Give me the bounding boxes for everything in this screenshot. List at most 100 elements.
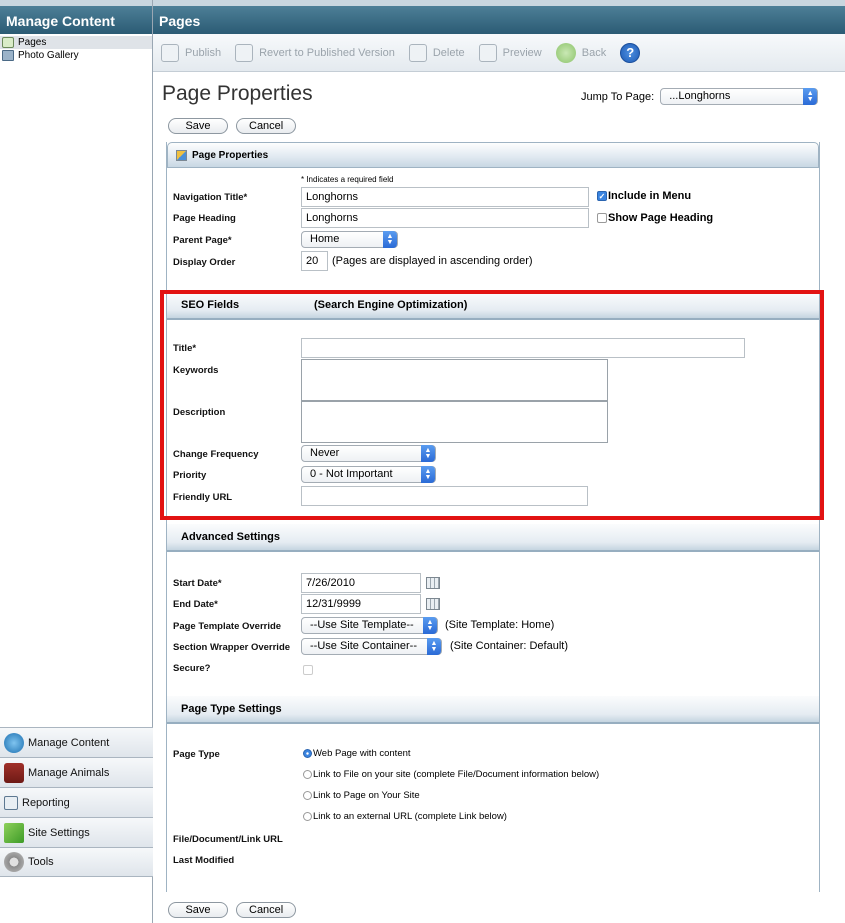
page-heading-input[interactable]: Longhorns [301,208,589,228]
page-title: Page Properties [162,82,313,105]
display-order-input[interactable]: 20 [301,251,328,271]
secure-label: Secure? [173,663,211,674]
radio-icon [303,790,312,800]
nav-site-settings[interactable]: Site Settings [0,817,153,847]
properties-icon [176,149,187,161]
jump-value: ...Longhorns [669,90,731,102]
panel-title: Page Properties [192,149,269,161]
jump-to-page-select[interactable]: ...Longhorns ▲ ▼ [660,88,819,105]
nav-label: Tools [28,856,54,868]
radio-link-page[interactable]: Link to Page on Your Site [303,790,420,801]
gear-icon [4,852,24,872]
sidebar: Manage Content Pages Photo Gallery Manag… [0,0,153,923]
radio-external-url[interactable]: Link to an external URL (complete Link b… [303,811,507,822]
page-icon [2,37,14,48]
save-button[interactable]: Save [168,118,228,134]
radio-link-file[interactable]: Link to File on your site (complete File… [303,769,599,780]
wrapper-note: (Site Container: Default) [450,640,568,652]
advanced-title: Advanced Settings [181,531,281,543]
select-arrows-icon: ▲ ▼ [423,617,437,634]
secure-checkbox[interactable] [303,665,313,675]
start-date-label: Start Date* [173,578,222,589]
bottom-nav: Manage Content Manage Animals Reporting … [0,727,153,877]
content-tree: Pages Photo Gallery [0,34,152,62]
cancel-button[interactable]: Cancel [236,118,296,134]
nav-tools[interactable]: Tools [0,847,153,877]
select-arrows-icon: ▲ ▼ [383,231,397,248]
wrapper-override-select[interactable]: --Use Site Container-- ▲ ▼ [301,638,442,655]
required-note: * Indicates a required field [301,175,394,184]
checkbox-icon [597,213,607,224]
save-button[interactable]: Save [168,902,228,918]
nav-label: Site Settings [28,826,90,839]
revert-button[interactable]: Revert to Published Version [235,43,395,62]
show-heading-checkbox[interactable]: Show Page Heading [597,212,713,224]
seo-highlight-box [160,290,824,520]
chart-icon [4,795,18,810]
radio-selected-icon [303,748,312,758]
nav-label: Manage Animals [28,766,110,779]
radio-icon [303,811,312,821]
back-arrow-icon [555,42,576,63]
parent-page-label: Parent Page* [173,235,232,246]
template-override-label: Page Template Override [173,621,282,632]
bottom-button-row: Save Cancel [168,902,296,918]
template-override-select[interactable]: --Use Site Template-- ▲ ▼ [301,617,438,634]
tree-item-photo-gallery[interactable]: Photo Gallery [0,49,152,62]
radio-web-page[interactable]: Web Page with content [303,748,411,759]
advanced-section-header: Advanced Settings [167,524,819,552]
delete-icon [408,43,427,62]
gallery-icon [2,50,14,61]
blocks-icon [4,822,24,843]
help-button[interactable]: ? [620,42,641,63]
end-date-input[interactable]: 12/31/9999 [301,594,421,614]
nav-title-input[interactable]: Longhorns [301,187,589,207]
cancel-button[interactable]: Cancel [236,902,296,918]
publish-button[interactable]: Publish [161,43,221,62]
jump-label: Jump To Page: [581,90,655,103]
top-button-row: Save Cancel [168,118,296,134]
select-arrows-icon: ▲ ▼ [803,88,818,105]
nav-manage-content[interactable]: Manage Content [0,727,153,757]
display-order-label: Display Order [173,257,236,268]
calendar-icon[interactable] [426,577,440,589]
preview-button[interactable]: Preview [478,43,542,62]
panel-header: Page Properties [167,142,819,168]
sidebar-header: Manage Content [0,0,152,34]
nav-label: Manage Content [28,736,110,749]
tree-item-pages[interactable]: Pages [0,36,152,49]
tree-item-label: Photo Gallery [18,50,79,61]
include-menu-checkbox[interactable]: ✓ Include in Menu [597,190,691,202]
tree-item-label: Pages [18,37,47,48]
back-button[interactable]: Back [555,42,606,63]
file-link-url-label: File/Document/Link URL [173,834,283,845]
select-arrows-icon: ▲ ▼ [427,638,441,655]
main-header: Pages [153,0,845,34]
display-order-note: (Pages are displayed in ascending order) [332,255,533,267]
barn-icon [4,762,24,783]
page-heading-label: Page Heading [173,213,236,224]
nav-label: Reporting [22,796,70,809]
end-date-label: End Date* [173,599,218,610]
page-type-label: Page Type [173,749,220,760]
globe-icon [4,732,24,753]
radio-icon [303,769,312,779]
page-type-section-header: Page Type Settings [167,696,819,724]
page-type-title: Page Type Settings [181,703,282,715]
jump-to-page: Jump To Page: ...Longhorns ▲ ▼ [581,88,819,105]
nav-title-label: Navigation Title* [173,192,248,203]
start-date-input[interactable]: 7/26/2010 [301,573,421,593]
delete-button[interactable]: Delete [408,43,465,62]
last-modified-label: Last Modified [173,855,235,866]
toolbar: Publish Revert to Published Version Dele… [153,34,845,72]
revert-icon [235,43,254,62]
publish-icon [161,43,179,62]
nav-manage-animals[interactable]: Manage Animals [0,757,153,787]
wrapper-override-label: Section Wrapper Override [173,642,291,653]
checkbox-checked-icon: ✓ [597,191,607,202]
parent-page-select[interactable]: Home ▲ ▼ [301,231,398,248]
nav-reporting[interactable]: Reporting [0,787,153,817]
calendar-icon[interactable] [426,598,440,610]
template-note: (Site Template: Home) [445,619,555,631]
preview-icon [478,43,497,62]
